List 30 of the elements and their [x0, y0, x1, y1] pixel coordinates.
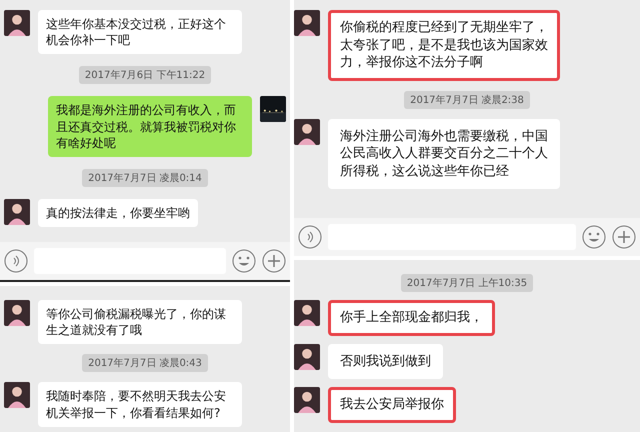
avatar-icon: [294, 387, 320, 414]
avatar-icon: [4, 300, 30, 326]
avatar-icon: [294, 10, 320, 36]
avatar-icon: [294, 344, 320, 370]
voice-icon[interactable]: [4, 249, 28, 273]
avatar-icon: [4, 198, 30, 225]
timestamp: 2017年7月7日 上午10:35: [400, 274, 534, 292]
message-bubble: 等你公司偷税漏税曝光了，你的谋生之道就没有了哦: [38, 300, 242, 344]
message-bubble: 我都是海外注册的公司有收入，而且还真交过税。就算我被罚税对你有啥好处呢: [48, 96, 252, 157]
emoji-icon[interactable]: [582, 225, 606, 249]
plus-icon[interactable]: [612, 225, 636, 249]
message-bubble: 这些年你基本没交过税，正好这个机会你补一下吧: [38, 10, 242, 54]
message-bubble: 否则我说到做到: [328, 344, 443, 380]
avatar-icon: [294, 300, 320, 326]
avatar-icon: [4, 10, 30, 36]
avatar-icon: [4, 382, 30, 408]
message-bubble: 你偷税的程度已经到了无期坐牢了，太夸张了吧，是不是我也该为国家效力，举报你这不法分子啊: [328, 10, 560, 81]
message-bubble: 海外注册公司海外也需要缴税，中国公民高收入人群要交百分之二十个人所得税，这么说这些年你已经: [328, 118, 560, 190]
avatar-icon: [294, 118, 320, 145]
message-bubble: 你手上全部现金都归我，: [328, 300, 495, 336]
message-bubble: 我随时奉陪，要不然明天我去公安机关举报一下，你看看结果如何?: [38, 382, 242, 427]
voice-icon[interactable]: [298, 225, 322, 249]
plus-icon[interactable]: [262, 249, 286, 273]
message-bubble: 我去公安局举报你: [328, 387, 456, 423]
message-bubble: 真的按法律走，你要坐牢哟: [38, 198, 198, 228]
timestamp: 2017年7月7日 凌晨0:14: [82, 168, 208, 187]
timestamp: 2017年7月7日 凌晨2:38: [404, 90, 530, 109]
emoji-icon[interactable]: [232, 249, 256, 273]
timestamp: 2017年7月7日 凌晨0:43: [82, 354, 208, 372]
timestamp: 2017年7月6日 下午11:22: [78, 66, 212, 84]
